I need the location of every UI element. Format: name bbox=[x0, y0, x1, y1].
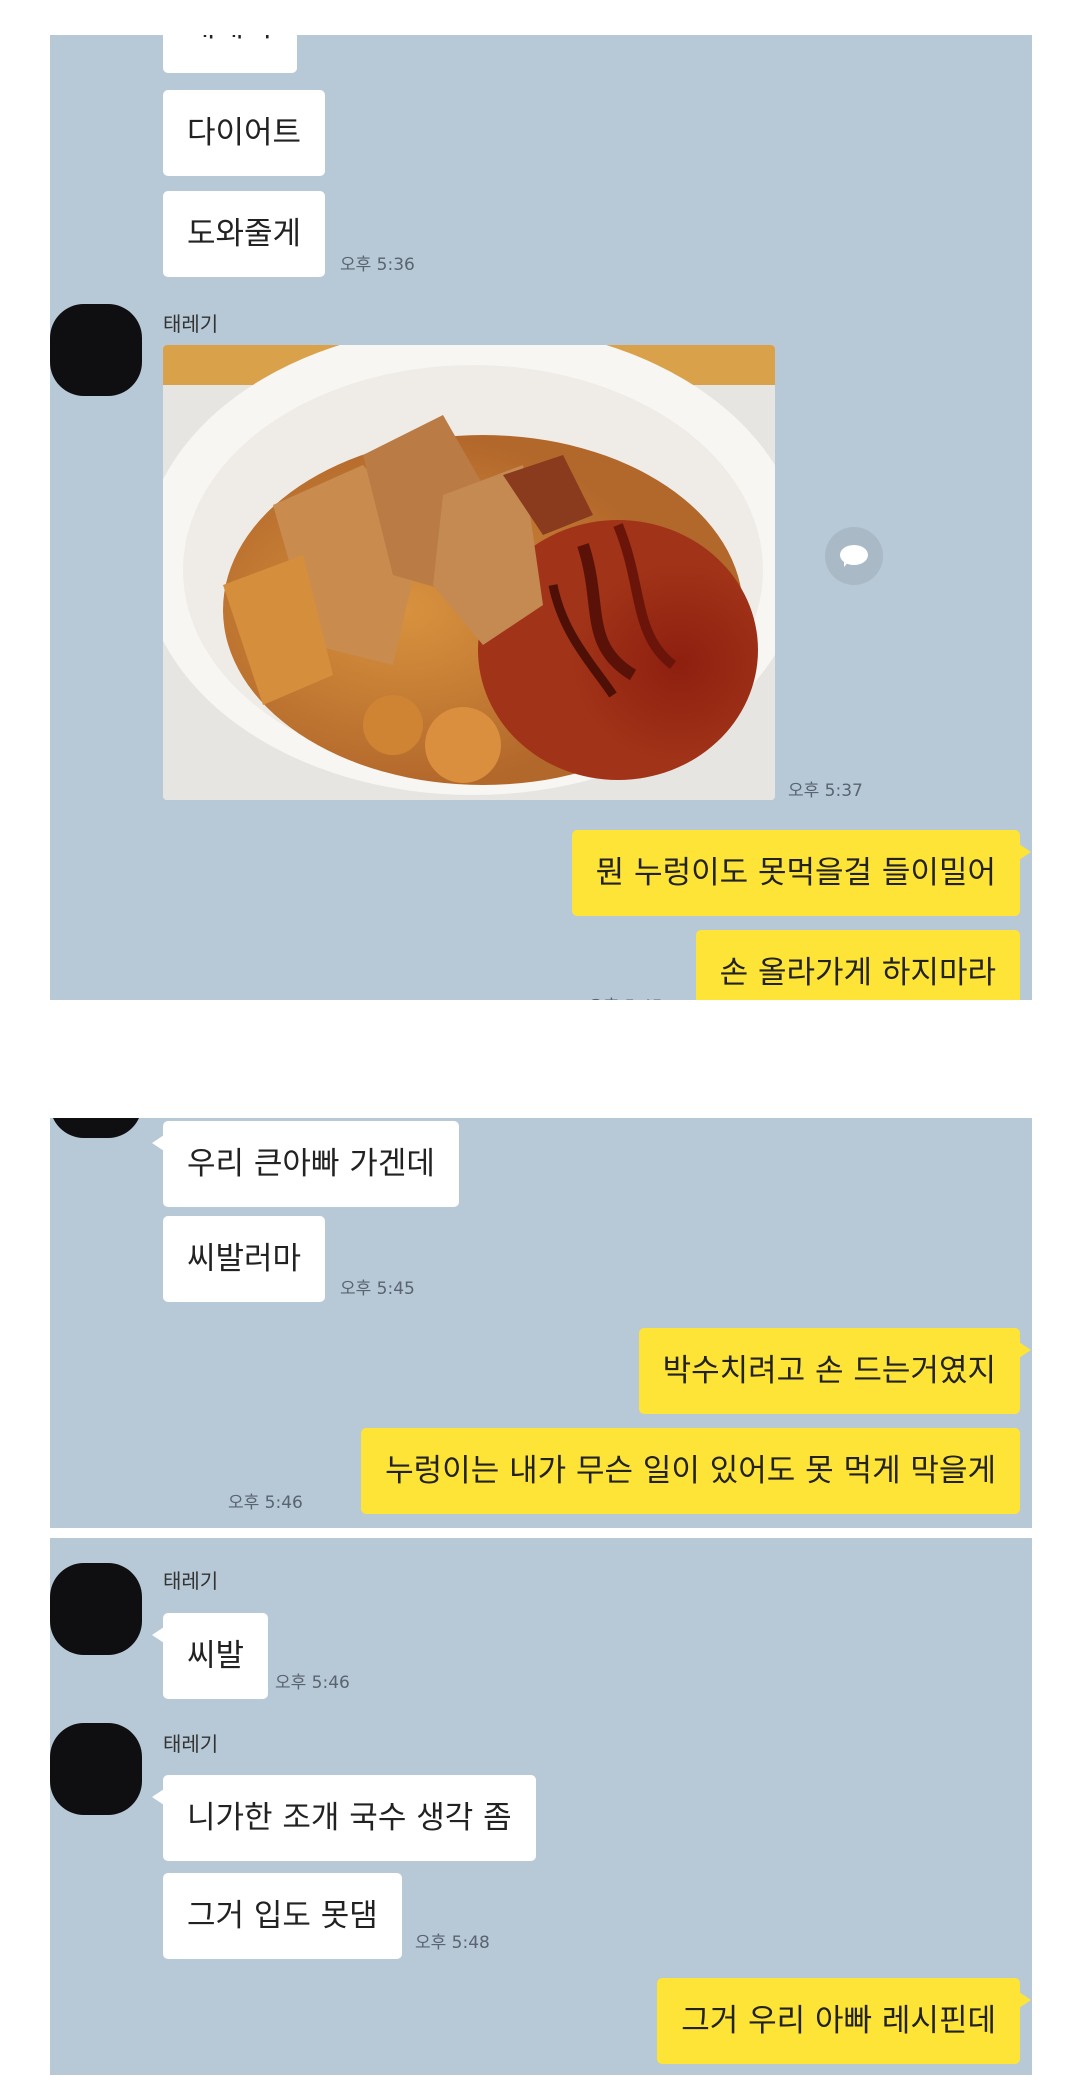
message-timestamp: 오후 5:37 bbox=[788, 781, 863, 801]
message-bubble[interactable]: 도와줄게 bbox=[163, 191, 326, 277]
chat-panel-2: 우리 큰아빠 가겐데 씨발러마 오후 5:45 박수치려고 손 드는거였지 누렁… bbox=[50, 1118, 1032, 1528]
message-bubble-mine[interactable]: 박수치려고 손 드는거였지 bbox=[638, 1328, 1032, 1414]
message-timestamp: 오후 5:46 bbox=[228, 1493, 303, 1513]
avatar[interactable] bbox=[50, 1563, 142, 1655]
avatar[interactable] bbox=[50, 304, 142, 396]
food-photo-image bbox=[163, 345, 775, 800]
message-timestamp: 오후 5:46 bbox=[275, 1673, 350, 1693]
message-bubble[interactable]: 우리 큰아빠 가겐데 bbox=[152, 1121, 459, 1207]
message-bubble[interactable]: 씨발 bbox=[151, 1613, 269, 1699]
message-bubble-mine[interactable]: 누렁이는 내가 무슨 일이 있어도 못 먹게 막을게 bbox=[361, 1428, 1020, 1514]
sender-name: 태레기 bbox=[163, 312, 219, 336]
avatar[interactable] bbox=[50, 1723, 142, 1815]
message-timestamp: 오후 5:36 bbox=[340, 255, 415, 275]
food-photo[interactable] bbox=[163, 345, 775, 800]
message-bubble[interactable]: 다이어트 bbox=[163, 90, 326, 176]
message-bubble[interactable]: 그거 입도 못댐 bbox=[163, 1873, 402, 1959]
message-bubble[interactable]: 태레기 bbox=[163, 35, 297, 73]
message-bubble-mine[interactable]: 손 올라가게 하지마라 bbox=[695, 930, 1020, 1000]
message-bubble-mine[interactable]: 뭔 누렁이도 못먹을걸 들이밀어 bbox=[571, 830, 1032, 916]
message-bubble[interactable]: 니가한 조개 국수 생각 좀 bbox=[152, 1775, 536, 1861]
share-speech-icon[interactable] bbox=[825, 527, 883, 585]
message-bubble[interactable]: 씨발러마 bbox=[163, 1216, 326, 1302]
chat-panel-1: 태레기 다이어트 도와줄게 오후 5:36 태레기 bbox=[50, 35, 1032, 1000]
message-timestamp: 오후 5:48 bbox=[415, 1933, 490, 1953]
avatar[interactable] bbox=[50, 1118, 142, 1138]
sender-name: 태레기 bbox=[163, 1732, 219, 1756]
message-timestamp: 오후 5:45 bbox=[340, 1279, 415, 1299]
message-timestamp: 오후 5:45 bbox=[588, 992, 663, 1000]
chat-panel-3: 태레기 씨발 오후 5:46 태레기 니가한 조개 국수 생각 좀 그거 입도 … bbox=[50, 1538, 1032, 2075]
message-bubble-mine[interactable]: 그거 우리 아빠 레시핀데 bbox=[657, 1978, 1031, 2064]
sender-name: 태레기 bbox=[163, 1569, 219, 1593]
